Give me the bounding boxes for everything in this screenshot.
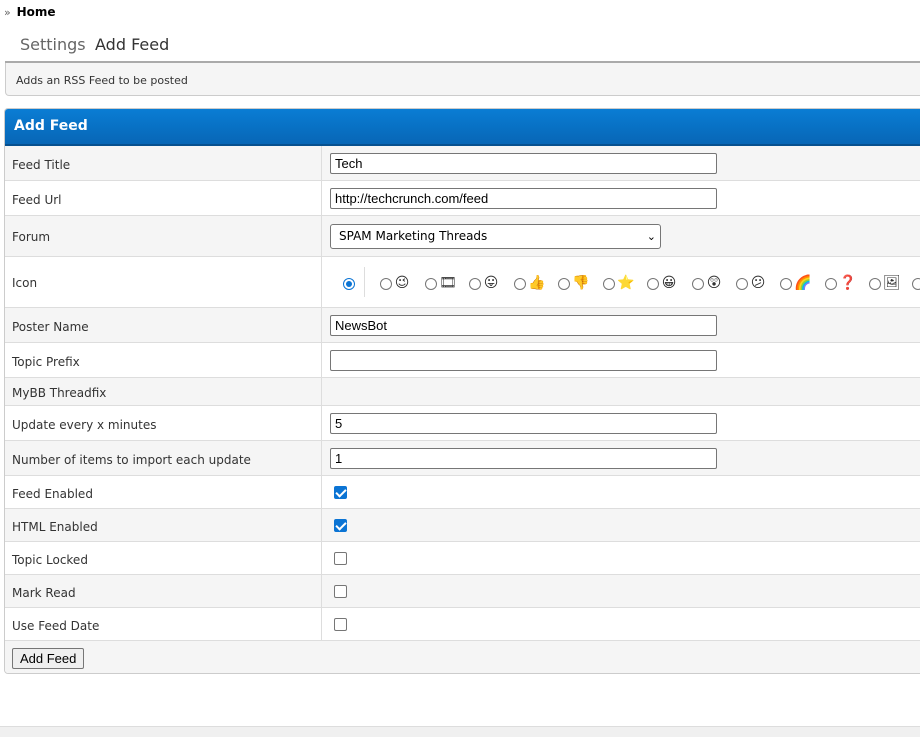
row-use-feed-date: Use Feed Date (5, 608, 920, 641)
row-forum: Forum SPAM Marketing Threads ⌄ (5, 216, 920, 257)
add-feed-form: Add Feed Feed Title Feed Url Forum SPAM … (4, 108, 920, 674)
thumbs-down-icon: 👎 (572, 275, 590, 291)
icon-radio-wink[interactable] (380, 278, 392, 290)
icon-radio-star[interactable] (603, 278, 615, 290)
feed-enabled-checkbox[interactable] (334, 486, 347, 499)
use-feed-date-checkbox[interactable] (334, 618, 347, 631)
grin-icon: 😀 (661, 275, 677, 291)
icon-label: Icon (12, 276, 38, 290)
picture-icon: 🖼 (883, 275, 901, 291)
add-feed-button[interactable]: Add Feed (12, 648, 85, 669)
breadcrumb-separator: » (4, 6, 11, 19)
row-feed-url: Feed Url (5, 181, 920, 216)
topic-prefix-label: Topic Prefix (12, 355, 80, 369)
feed-title-input[interactable] (330, 153, 717, 174)
rainbow-icon: 🌈 (794, 275, 812, 291)
items-import-label: Number of items to import each update (12, 453, 251, 467)
topic-prefix-input[interactable] (330, 350, 717, 371)
form-buttons: Add Feed (5, 641, 920, 673)
row-topic-prefix: Topic Prefix (5, 343, 920, 378)
wink-icon: 😉 (394, 275, 410, 291)
tongue-icon: 😛 (483, 275, 499, 291)
chevron-down-icon: ⌄ (646, 230, 656, 243)
items-import-input[interactable] (330, 448, 717, 469)
poster-name-label: Poster Name (12, 320, 89, 334)
row-mybb-threadfix: MyBB Threadfix (5, 378, 920, 406)
row-feed-enabled: Feed Enabled (5, 476, 920, 509)
icon-radio-more[interactable] (912, 278, 920, 290)
mark-read-label: Mark Read (12, 586, 76, 600)
icon-radio-grin[interactable] (647, 278, 659, 290)
feed-url-input[interactable] (330, 188, 717, 209)
forum-label: Forum (12, 230, 51, 244)
row-poster-name: Poster Name (5, 308, 920, 343)
icon-divider (364, 267, 365, 297)
row-mark-read: Mark Read (5, 575, 920, 608)
icon-radio-question[interactable] (825, 278, 837, 290)
feed-url-label: Feed Url (12, 193, 62, 207)
row-update-minutes: Update every x minutes (5, 406, 920, 441)
thumbs-up-icon: 👍 (528, 275, 546, 291)
poster-name-input[interactable] (330, 315, 717, 336)
forum-select[interactable]: SPAM Marketing Threads ⌄ (330, 224, 661, 249)
tab-add-feed[interactable]: Add Feed (87, 33, 178, 64)
row-items-import: Number of items to import each update (5, 441, 920, 476)
icon-radio-film[interactable] (425, 278, 437, 290)
icon-radio-picture[interactable] (869, 278, 881, 290)
icon-radio-thumbs-up[interactable] (514, 278, 526, 290)
mybb-threadfix-value (321, 378, 920, 405)
tab-settings[interactable]: Settings (12, 33, 94, 61)
confused-icon: 😕 (750, 275, 766, 291)
update-minutes-input[interactable] (330, 413, 717, 434)
feed-enabled-label: Feed Enabled (12, 487, 93, 501)
icon-radio-thumbs-down[interactable] (558, 278, 570, 290)
html-enabled-checkbox[interactable] (334, 519, 347, 532)
topic-locked-label: Topic Locked (12, 553, 88, 567)
icon-radio-tongue[interactable] (469, 278, 481, 290)
question-icon: ❓ (839, 275, 857, 291)
film-icon: 🎞 (439, 275, 457, 291)
icon-radio-confused[interactable] (736, 278, 748, 290)
icon-radio-none[interactable] (343, 278, 355, 290)
mark-read-checkbox[interactable] (334, 585, 347, 598)
icon-radio-rainbow[interactable] (780, 278, 792, 290)
row-topic-locked: Topic Locked (5, 542, 920, 575)
mybb-threadfix-label: MyBB Threadfix (12, 386, 107, 400)
tab-description: Adds an RSS Feed to be posted (5, 63, 920, 96)
shocked-icon: 😲 (706, 275, 722, 291)
html-enabled-label: HTML Enabled (12, 520, 98, 534)
row-html-enabled: HTML Enabled (5, 509, 920, 542)
update-minutes-label: Update every x minutes (12, 418, 157, 432)
topic-locked-checkbox[interactable] (334, 552, 347, 565)
star-icon: ⭐ (617, 275, 635, 291)
forum-select-value: SPAM Marketing Threads (339, 229, 488, 243)
row-feed-title: Feed Title (5, 146, 920, 181)
row-icon: Icon 😉 🎞 😛 👍 👎 ⭐ 😀 😲 😕 🌈 ❓ 🖼 (5, 257, 920, 308)
use-feed-date-label: Use Feed Date (12, 619, 100, 633)
icon-radio-shocked[interactable] (692, 278, 704, 290)
form-header: Add Feed (5, 109, 920, 146)
breadcrumb-home-link[interactable]: Home (17, 5, 56, 19)
breadcrumb: » Home (4, 5, 56, 19)
feed-title-label: Feed Title (12, 158, 71, 172)
page-footer (0, 726, 920, 737)
